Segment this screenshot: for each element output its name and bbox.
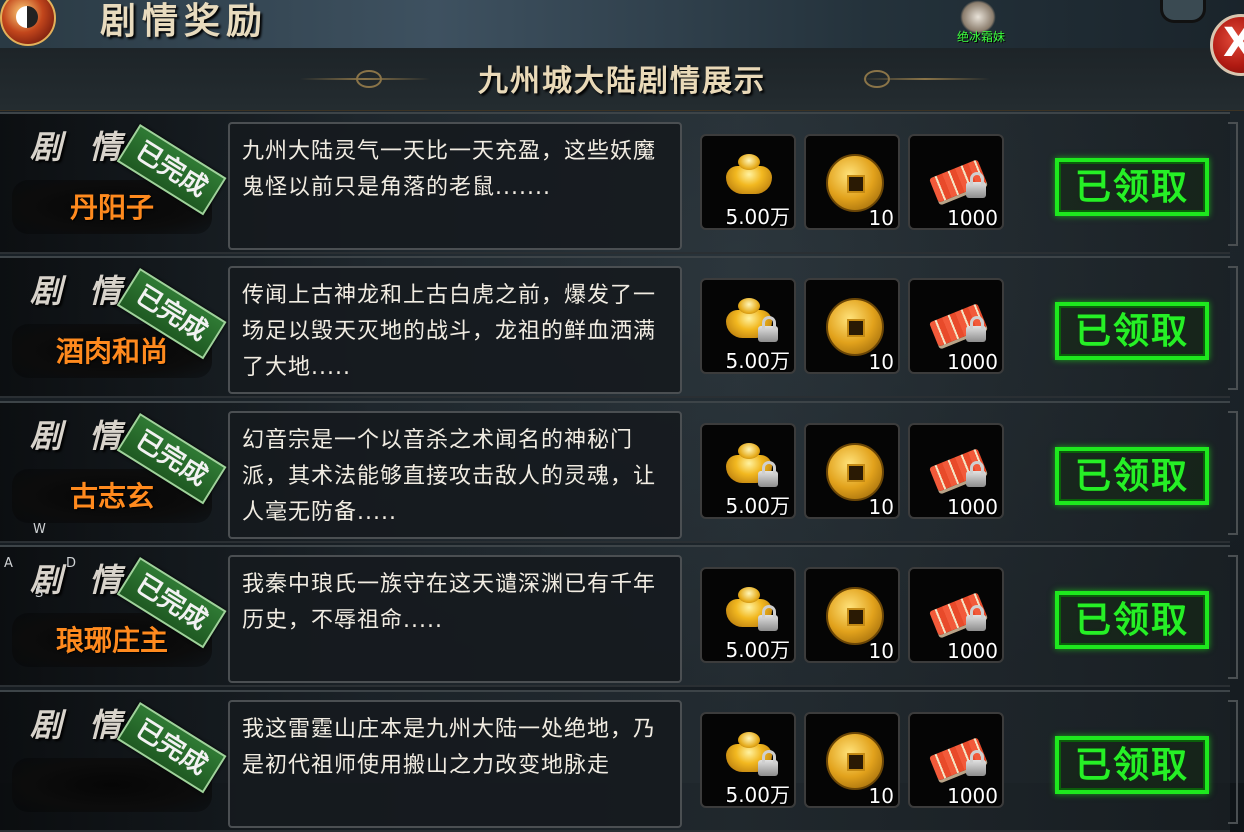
reward-quantity: 5.00万 — [725, 638, 790, 662]
window-title: 剧情奖励 — [100, 0, 269, 42]
story-text: 我这雷霆山庄本是九州大陆一处绝地，乃是初代祖师使用搬山之力改变地脉走 — [242, 717, 657, 778]
reward-quantity: 10 — [868, 495, 894, 519]
header-divider-right — [860, 78, 990, 80]
top-bar: 剧情奖励 绝冰霜妹 — [0, 0, 1244, 50]
reward-quantity: 1000 — [947, 206, 998, 230]
gold-ingot-icon — [726, 154, 772, 194]
claimed-button[interactable]: 已领取 — [1055, 447, 1209, 505]
reward-quantity: 10 — [868, 206, 894, 230]
reward-slot-coin[interactable]: 10 — [804, 567, 900, 663]
reward-quantity: 1000 — [947, 495, 998, 519]
lock-icon — [966, 316, 986, 342]
lock-icon — [966, 461, 986, 487]
reward-slot-gold[interactable]: 5.00万 — [700, 423, 796, 519]
reward-slot-gold[interactable]: 5.00万 — [700, 567, 796, 663]
yin-yang-logo-icon — [0, 0, 56, 46]
story-row: 剧 情: 丹阳子 已完成 九州大陆灵气一天比一天充盈，这些妖魔鬼怪以前只是角落的… — [0, 112, 1238, 254]
story-row: 剧 情: 已完成 我这雷霆山庄本是九州大陆一处绝地，乃是初代祖师使用搬山之力改变… — [0, 690, 1238, 832]
reward-quantity: 5.00万 — [725, 349, 790, 373]
reward-slot-gold[interactable]: 5.00万 — [700, 278, 796, 374]
copper-coin-icon — [826, 298, 884, 356]
story-text-box: 九州大陆灵气一天比一天充盈，这些妖魔鬼怪以前只是角落的老鼠....... — [228, 122, 682, 250]
copper-coin-icon — [826, 732, 884, 790]
reward-quantity: 5.00万 — [725, 783, 790, 807]
claimed-button[interactable]: 已领取 — [1055, 158, 1209, 216]
key-hint-a: A — [4, 556, 13, 571]
reward-slot-coin[interactable]: 10 — [804, 134, 900, 230]
reward-quantity: 5.00万 — [725, 205, 790, 229]
story-text-box: 传闻上古神龙和上古白虎之前，爆发了一场足以毁天灭地的战斗，龙祖的鲜血洒满了大地.… — [228, 266, 682, 394]
story-text: 我秦中琅氏一族守在这天谴深渊已有千年历史，不辱祖命..... — [242, 572, 657, 633]
lock-icon — [758, 750, 778, 776]
reward-slot-scroll[interactable]: 1000 — [908, 423, 1004, 519]
reward-quantity: 10 — [868, 350, 894, 374]
reward-slot-coin[interactable]: 10 — [804, 423, 900, 519]
story-text: 九州大陆灵气一天比一天充盈，这些妖魔鬼怪以前只是角落的老鼠....... — [242, 139, 657, 200]
story-text-box: 幻音宗是一个以音杀之术闻名的神秘门派，其术法能够直接攻击敌人的灵魂，让人毫无防备… — [228, 411, 682, 539]
story-text: 幻音宗是一个以音杀之术闻名的神秘门派，其术法能够直接攻击敌人的灵魂，让人毫无防备… — [242, 428, 657, 525]
reward-quantity: 1000 — [947, 350, 998, 374]
reward-slot-gold[interactable]: 5.00万 — [700, 134, 796, 230]
reward-slot-scroll[interactable]: 1000 — [908, 567, 1004, 663]
story-text-box: 我秦中琅氏一族守在这天谴深渊已有千年历史，不辱祖命..... — [228, 555, 682, 683]
lock-icon — [758, 316, 778, 342]
lock-icon — [758, 461, 778, 487]
reward-slot-coin[interactable]: 10 — [804, 278, 900, 374]
reward-quantity: 10 — [868, 784, 894, 808]
key-hint-s: S — [35, 586, 44, 601]
reward-slot-scroll[interactable]: 1000 — [908, 278, 1004, 374]
reward-slot-scroll[interactable]: 1000 — [908, 712, 1004, 808]
reward-slot-coin[interactable]: 10 — [804, 712, 900, 808]
copper-coin-icon — [826, 154, 884, 212]
claimed-button[interactable]: 已领取 — [1055, 736, 1209, 794]
reward-slot-gold[interactable]: 5.00万 — [700, 712, 796, 808]
story-row: 剧 情: 古志玄 已完成 幻音宗是一个以音杀之术闻名的神秘门派，其术法能够直接攻… — [0, 401, 1238, 543]
claimed-button[interactable]: 已领取 — [1055, 591, 1209, 649]
key-hint-w: W — [33, 522, 46, 537]
lock-icon — [758, 605, 778, 631]
panel-header: 九州城大陆剧情展示 — [0, 48, 1244, 111]
character-name: 绝冰霜妹 — [957, 30, 1006, 44]
key-hint-d: D — [66, 556, 77, 571]
copper-coin-icon — [826, 443, 884, 501]
helmet-icon[interactable] — [1160, 0, 1206, 23]
reward-quantity: 1000 — [947, 639, 998, 663]
copper-coin-icon — [826, 587, 884, 645]
panel-title: 九州城大陆剧情展示 — [478, 64, 766, 99]
lock-icon — [966, 605, 986, 631]
reward-slot-scroll[interactable]: 1000 — [908, 134, 1004, 230]
reward-quantity: 10 — [868, 639, 894, 663]
story-row: 剧 情: 琅琊庄主 已完成 我秦中琅氏一族守在这天谴深渊已有千年历史，不辱祖命.… — [0, 545, 1238, 687]
story-text-box: 我这雷霆山庄本是九州大陆一处绝地，乃是初代祖师使用搬山之力改变地脉走 — [228, 700, 682, 828]
lock-icon — [966, 750, 986, 776]
reward-quantity: 1000 — [947, 784, 998, 808]
yin-yang-icon — [16, 6, 38, 28]
story-text: 传闻上古神龙和上古白虎之前，爆发了一场足以毁天灭地的战斗，龙祖的鲜血洒满了大地.… — [242, 283, 657, 380]
story-row: 剧 情: 酒肉和尚 已完成 传闻上古神龙和上古白虎之前，爆发了一场足以毁天灭地的… — [0, 256, 1238, 398]
reward-quantity: 5.00万 — [725, 494, 790, 518]
lock-icon — [966, 172, 986, 198]
claimed-button[interactable]: 已领取 — [1055, 302, 1209, 360]
